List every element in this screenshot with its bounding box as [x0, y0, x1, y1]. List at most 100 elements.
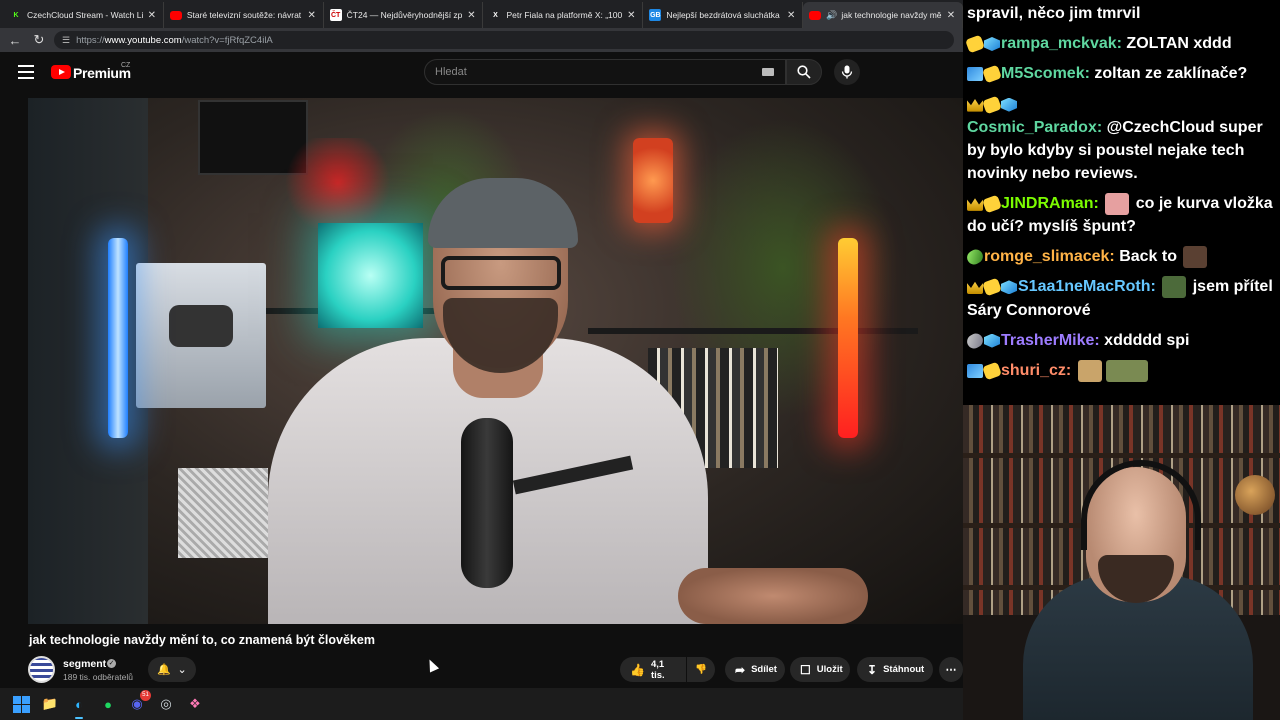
channel-name[interactable]: segment: [63, 658, 106, 670]
mouse-cursor-icon: [424, 657, 440, 673]
chat-username[interactable]: shuri_cz: [1001, 362, 1066, 379]
chat-username[interactable]: TrasherMike: [1001, 332, 1094, 349]
chevron-down-icon: ⌄: [177, 664, 187, 676]
chat-colon: :: [1096, 118, 1107, 136]
browser-tab[interactable]: Staré televizní soutěže: návrat do s ✕: [164, 2, 324, 28]
video-title: jak technologie navždy mění to, co zname…: [29, 633, 375, 647]
youtube-icon: [169, 10, 182, 20]
url-host: www.youtube.com: [104, 34, 182, 46]
sword-badge-icon: [967, 363, 983, 378]
download-button[interactable]: ↧ Stáhnout: [857, 657, 933, 682]
like-button[interactable]: 👍 4,1 tis.: [620, 657, 686, 682]
chat-text: ZOLTAN xddd: [1126, 35, 1232, 52]
dislike-button[interactable]: 👎: [687, 657, 715, 682]
subscription-bell-button[interactable]: 🔔 ⌄: [148, 657, 196, 682]
tab-title: ČT24 — Nejdůvěryhodnější zpravo: [346, 10, 463, 20]
speaker-icon[interactable]: 🔊: [826, 10, 837, 21]
chat-colon: :: [1065, 361, 1076, 379]
chat-username[interactable]: Cosmic_Paradox: [967, 119, 1097, 136]
back-icon[interactable]: ←: [6, 31, 24, 49]
close-tab-icon[interactable]: ✕: [946, 10, 956, 21]
crown-badge-icon: [967, 281, 983, 295]
chat-message: Cosmic_Paradox: @CzechCloud super by byl…: [967, 93, 1276, 185]
save-button[interactable]: ☐ Uložit: [790, 657, 850, 682]
badge-group: [965, 32, 1001, 55]
bookmark-icon: ☐: [800, 662, 811, 677]
chat-message: M5Scomek: zoltan ze zaklínače?: [967, 62, 1276, 85]
reload-icon[interactable]: ↻: [30, 31, 48, 49]
badge-group: [967, 192, 1002, 215]
windows-taskbar: 📁 ◐ ● ◉ 51 ◎ ❖: [0, 688, 963, 720]
subscriber-count: 189 tis. odběratelů: [63, 672, 133, 682]
screen: KCzechCloud Stream - Watch Live o✕Staré …: [0, 0, 1280, 720]
share-button[interactable]: ➦ Sdílet: [725, 657, 785, 682]
badge-group: [964, 245, 986, 268]
notification-badge: 51: [140, 690, 151, 701]
menu-icon[interactable]: [18, 65, 34, 79]
edge-icon[interactable]: ◐: [68, 693, 90, 719]
discord-icon[interactable]: ◉ 51: [126, 690, 151, 715]
gift-badge-icon: [965, 34, 985, 54]
chat-username[interactable]: romge_slimacek: [984, 248, 1109, 265]
copilot-icon[interactable]: ❖: [184, 693, 206, 715]
youtube-logo-icon[interactable]: [51, 65, 71, 79]
chat-colon: :: [1084, 65, 1095, 83]
chat-username[interactable]: M5Scomek: [1001, 65, 1085, 82]
search-button[interactable]: [786, 59, 822, 85]
chat-text: Back to: [1119, 248, 1182, 266]
chat-message: S1aa1neMacRoth: jsem přítel Sáry Connoro…: [967, 275, 1276, 321]
search-input[interactable]: Hledat: [424, 59, 786, 85]
chat-emote: [1077, 359, 1102, 382]
browser-tab[interactable]: 🔊 jak technologie navždy mění t ✕: [803, 2, 963, 28]
browser-tab[interactable]: K CzechCloud Stream - Watch Live o ✕: [4, 2, 164, 28]
browser-tab[interactable]: GB Nejlepší bezdrátová sluchátka 202 ✕: [643, 2, 804, 28]
chat-username[interactable]: rampa_mckvak: [1001, 35, 1117, 52]
chat-username[interactable]: S1aa1neMacRoth: [1018, 278, 1151, 295]
share-label: Sdílet: [751, 664, 777, 675]
crown-badge-icon: [967, 98, 983, 112]
site-info-icon[interactable]: ☰: [62, 35, 70, 46]
channel-avatar[interactable]: [28, 656, 55, 683]
voice-search-button[interactable]: [834, 59, 860, 85]
more-actions-button[interactable]: ⋯: [939, 657, 963, 682]
search-icon: [797, 65, 811, 79]
video-player[interactable]: [28, 98, 963, 624]
app-icon[interactable]: ◎: [155, 693, 177, 715]
badge-group: [967, 276, 1018, 299]
browser-tab[interactable]: X Petr Fiala na platformě X: „100 dní✕: [483, 2, 644, 28]
chat-message: JINDRAman: co je kurva vložka do učí? my…: [967, 192, 1276, 238]
close-tab-icon[interactable]: ✕: [307, 10, 317, 21]
badge-group: [964, 329, 1001, 352]
spotify-icon[interactable]: ●: [97, 693, 119, 715]
file-explorer-icon[interactable]: 📁: [39, 693, 61, 715]
x-icon: X: [489, 9, 502, 21]
chat-username[interactable]: JINDRAman: [1001, 195, 1093, 212]
chat-colon: :: [1116, 35, 1127, 52]
close-tab-icon[interactable]: ✕: [626, 10, 636, 21]
share-icon: ➦: [735, 662, 746, 677]
download-label: Stáhnout: [883, 664, 925, 675]
close-tab-icon[interactable]: ✕: [466, 10, 476, 21]
gift-badge-icon: [982, 194, 1002, 214]
browser-window: KCzechCloud Stream - Watch Live o✕Staré …: [0, 0, 963, 688]
tab-title: CzechCloud Stream - Watch Live o: [27, 10, 143, 20]
close-tab-icon[interactable]: ✕: [786, 10, 796, 21]
chat-colon: :: [1094, 331, 1105, 349]
bell-icon: 🔔: [157, 664, 171, 676]
keyboard-icon[interactable]: [762, 68, 774, 76]
gift-badge-icon: [982, 278, 1002, 297]
thumbs-down-icon: 👎: [695, 664, 707, 675]
badge-group: [967, 359, 1002, 382]
windows-start-icon[interactable]: [10, 693, 32, 715]
like-count: 4,1 tis.: [650, 658, 665, 681]
chat-text: zoltan ze zaklínače?: [1094, 65, 1248, 83]
chat-colon: :: [1109, 248, 1120, 266]
close-tab-icon[interactable]: ✕: [147, 10, 157, 21]
browser-tab[interactable]: ČT ČT24 — Nejdůvěryhodnější zpravo✕: [324, 2, 484, 28]
chat-message: rampa_mckvak: ZOLTAN xddd: [965, 32, 1276, 55]
webcam-feed: [963, 405, 1280, 720]
url-field[interactable]: ☰ https://www.youtube.com/watch?v=fjRfqZ…: [54, 31, 954, 49]
chat-message: spravil, něco jim tmrvil: [967, 2, 1276, 25]
chat-emote: [1183, 245, 1208, 268]
sword-badge-icon: [967, 67, 983, 82]
